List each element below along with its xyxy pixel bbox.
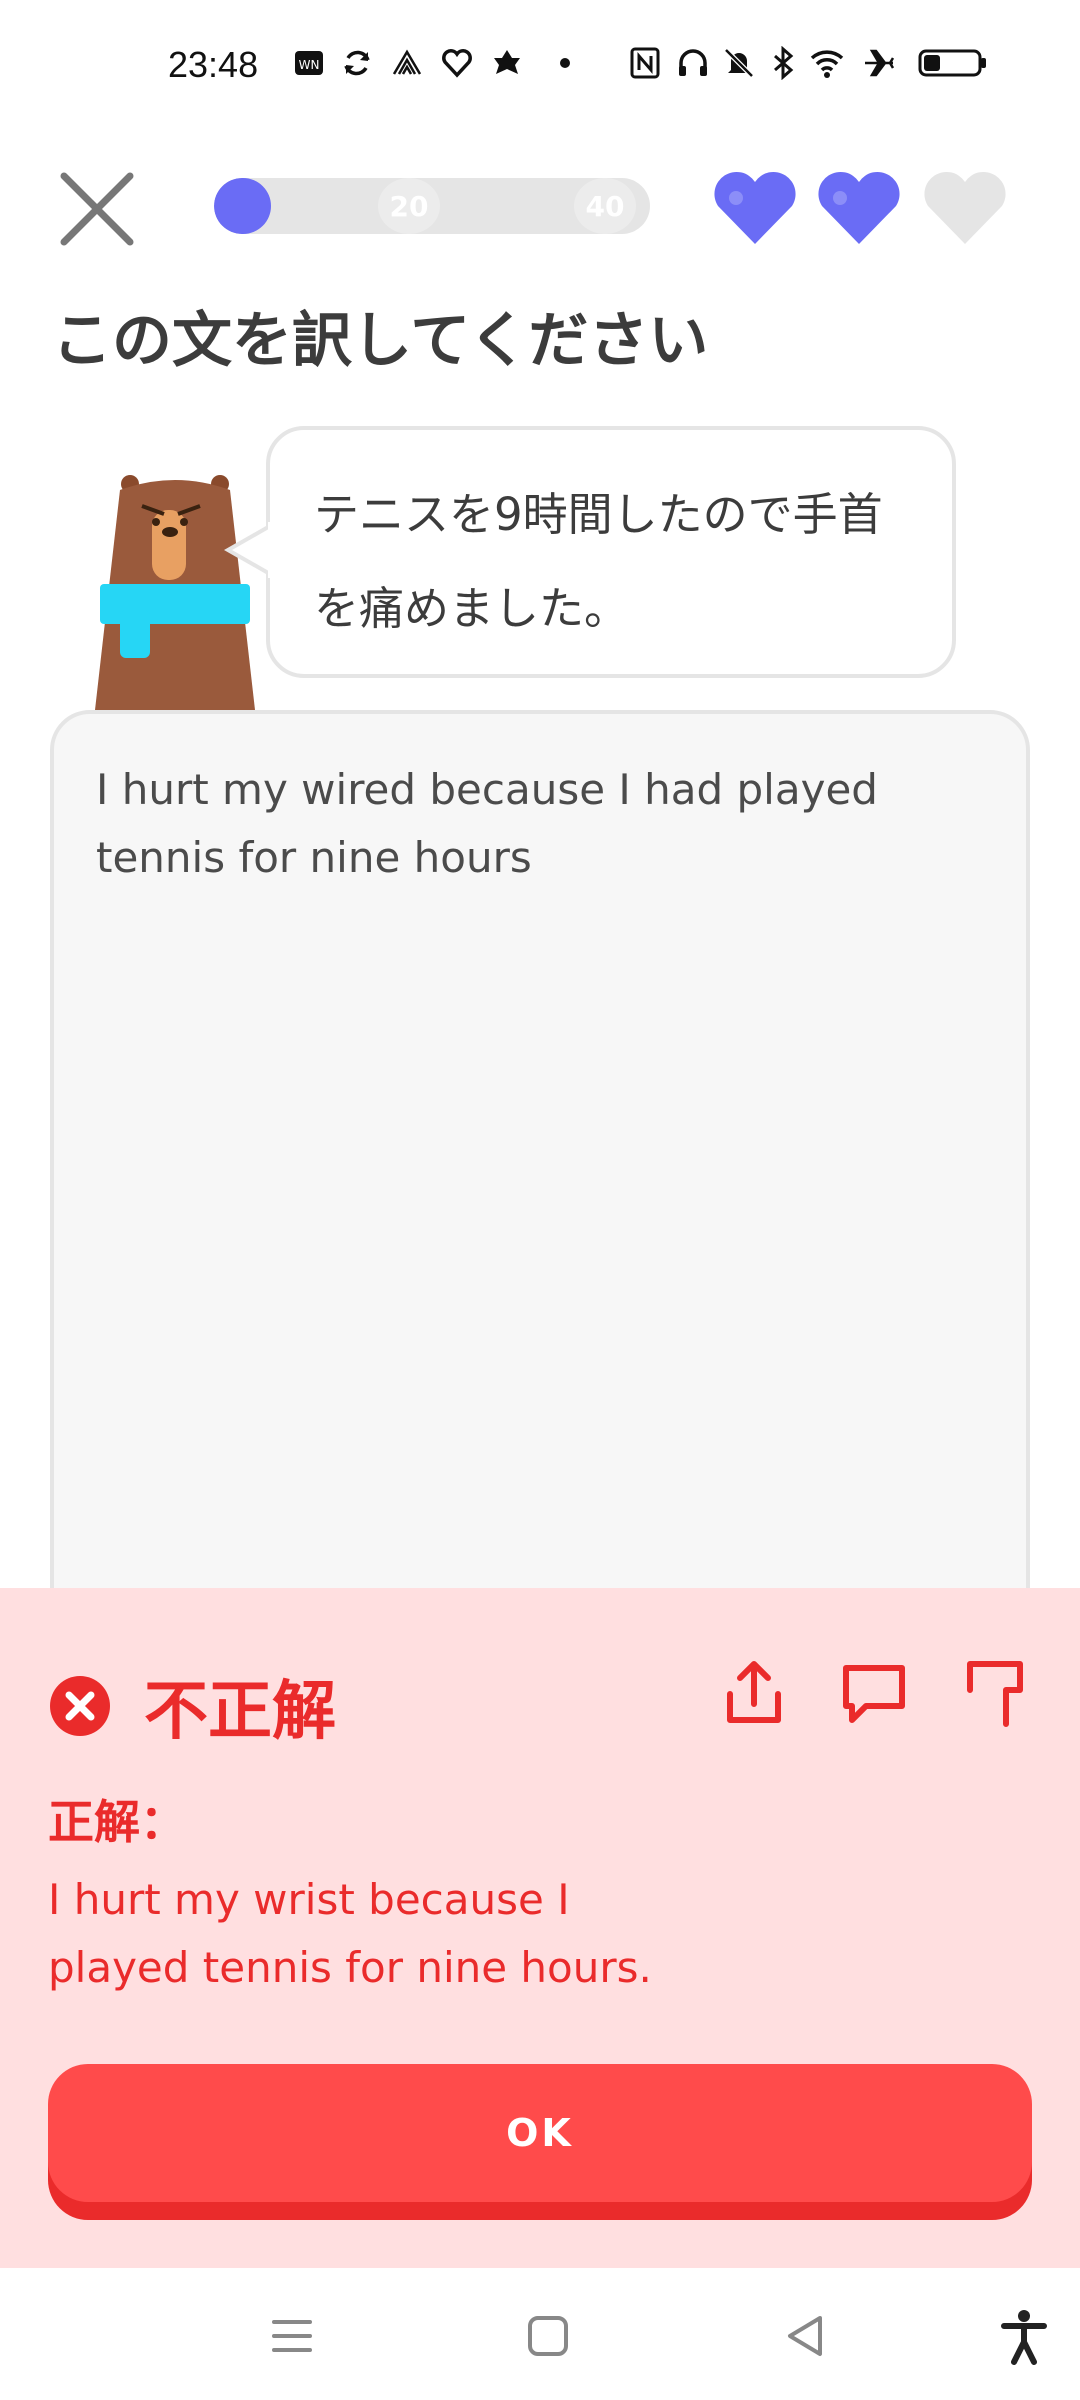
menu-icon: [272, 2320, 312, 2352]
page-title: この文を訳してください: [52, 306, 709, 376]
empty-heart-icon: [920, 168, 1010, 248]
bear-character-illustration: [90, 470, 260, 710]
speech-bubble-tail: [223, 520, 284, 580]
nfc-icon: [628, 46, 662, 80]
close-icon: [60, 172, 134, 246]
leaf-icon: [490, 46, 524, 80]
report-button[interactable]: [956, 1656, 1032, 1732]
comment-icon: [843, 1665, 905, 1723]
health-heart-icon: [440, 46, 474, 80]
close-button[interactable]: [52, 164, 142, 254]
share-icon: [727, 1661, 781, 1723]
prompt-sentence[interactable]: テニスを9時間したので手首 を痛めました。: [314, 468, 934, 656]
home-button[interactable]: [518, 2306, 578, 2366]
wifi-icon: [810, 46, 844, 80]
back-button[interactable]: [776, 2306, 836, 2366]
prompt-sentence-line: テニスを9時間したので手首: [314, 488, 883, 541]
incorrect-icon: [48, 1674, 112, 1738]
svg-text:WN: WN: [299, 58, 320, 72]
airplane-icon: [862, 46, 896, 80]
app-notification-icon: WN: [292, 46, 326, 80]
correct-answer-text: I hurt my wrist because I played tennis …: [48, 1866, 748, 2002]
pattern-icon: [390, 46, 424, 80]
progress-milestone-40: 40: [574, 178, 636, 234]
home-square-icon: [528, 2316, 568, 2356]
mute-icon: [722, 46, 756, 80]
correct-answer-line: I hurt my wrist because I: [48, 1875, 570, 1924]
share-button[interactable]: [716, 1656, 792, 1732]
answer-text: I hurt my wired because I had played ten…: [96, 765, 878, 882]
recent-apps-button[interactable]: [262, 2306, 322, 2366]
accessibility-icon: [1001, 2310, 1047, 2365]
progress-milestone-20: 20: [378, 178, 440, 234]
heart-icon: [710, 168, 800, 248]
accessibility-button[interactable]: [994, 2306, 1054, 2366]
correct-answer-label: 正解：: [48, 1795, 186, 1849]
comment-button[interactable]: [836, 1656, 912, 1732]
bluetooth-icon: [766, 45, 800, 81]
headphones-icon: [676, 46, 710, 80]
lesson-progress-bar: 20 40: [214, 178, 650, 234]
sync-icon: [340, 46, 374, 80]
battery-icon: [918, 46, 988, 80]
feedback-title: 不正解: [144, 1675, 336, 1749]
flag-icon: [967, 1661, 1023, 1727]
progress-fill: [214, 178, 271, 234]
status-time: 23:48: [168, 44, 259, 85]
heart-icon: [814, 168, 904, 248]
prompt-sentence-line: を痛めました。: [314, 582, 630, 635]
dot-icon: [548, 46, 582, 80]
back-triangle-icon: [788, 2316, 822, 2356]
correct-answer-line: played tennis for nine hours.: [48, 1943, 652, 1992]
ok-button[interactable]: OK: [48, 2064, 1032, 2202]
status-bar: 23:48 WN: [0, 0, 1080, 130]
